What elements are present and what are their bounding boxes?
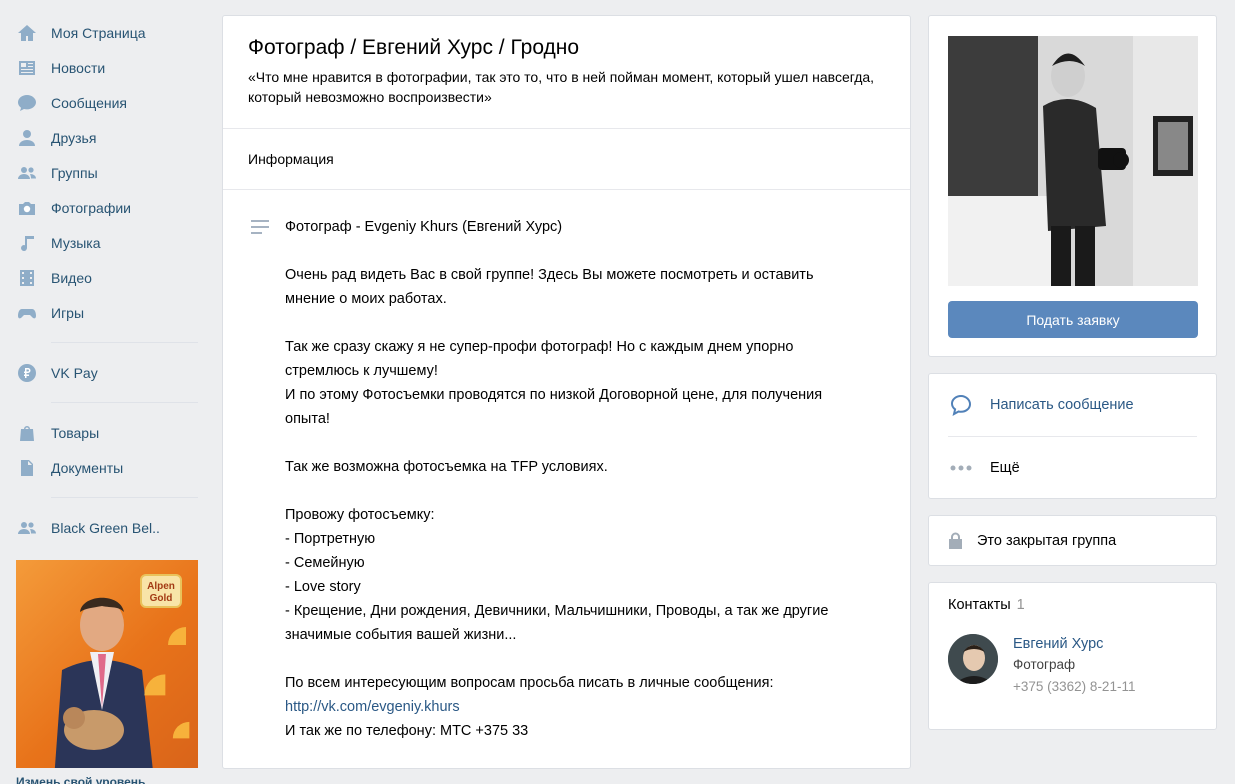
messages-icon — [16, 92, 38, 114]
group-photo-card: Подать заявку — [928, 15, 1217, 357]
description-icon — [251, 220, 269, 234]
music-icon — [16, 232, 38, 254]
contact-name[interactable]: Евгений Хурс — [1013, 634, 1135, 654]
ad-banner[interactable]: Alpen Gold — [16, 560, 198, 768]
contacts-title: Контакты — [948, 597, 1011, 613]
description-title: Фотограф - Evgeniy Khurs (Евгений Хурс) — [285, 219, 563, 235]
group-avatar[interactable] — [948, 36, 1198, 286]
sidebar-item-label: Друзья — [51, 129, 97, 146]
gamepad-icon — [16, 302, 38, 324]
sidebar-item-label: Видео — [51, 269, 92, 286]
write-message-button[interactable]: Написать сообщение — [948, 374, 1197, 436]
join-request-button[interactable]: Подать заявку — [948, 301, 1198, 338]
bag-icon — [16, 422, 38, 444]
description-line: Провожу фотосъемку: — [285, 507, 435, 523]
closed-group-label: Это закрытая группа — [977, 532, 1117, 549]
sidebar-item-my-page[interactable]: Моя Страница — [16, 15, 198, 50]
write-message-label: Написать сообщение — [990, 397, 1134, 413]
sidebar-item-label: Фотографии — [51, 199, 132, 216]
vkpay-icon — [16, 362, 38, 384]
sidebar-item-friends[interactable]: Друзья — [16, 120, 198, 155]
group-description: Фотограф - Evgeniy Khurs (Евгений Хурс) … — [223, 190, 910, 743]
sidebar-item-label: Музыка — [51, 234, 101, 251]
document-icon — [16, 457, 38, 479]
contact-role: Фотограф — [1013, 657, 1076, 672]
more-button[interactable]: Ещё — [948, 436, 1197, 498]
sidebar-item-documents[interactable]: Документы — [16, 450, 198, 485]
description-paragraph: Так же возможна фотосъемка на TFP услови… — [285, 459, 608, 475]
sidebar-item-label: Black Green Bel.. — [51, 519, 160, 536]
more-label: Ещё — [990, 459, 1020, 476]
closed-group-card: Это закрытая группа — [928, 515, 1217, 566]
description-line: По всем интересующим вопросам просьба пи… — [285, 675, 774, 691]
contacts-header[interactable]: Контакты 1 — [948, 597, 1197, 613]
description-paragraph: Провожу фотосъемку: - Портретную - Семей… — [285, 503, 860, 647]
camera-icon — [16, 197, 38, 219]
friends-icon — [16, 127, 38, 149]
description-paragraph: Так же сразу скажу я не супер-профи фото… — [285, 335, 860, 431]
group-main-card: Фотограф / Евгений Хурс / Гродно «Что мн… — [222, 15, 911, 769]
contact-phone: +375 (3362) 8-21-11 — [1013, 679, 1136, 694]
groups-icon — [16, 162, 38, 184]
description-paragraph: По всем интересующим вопросам просьба пи… — [285, 671, 860, 743]
sidebar-item-label: Сообщения — [51, 94, 127, 111]
sidebar-item-news[interactable]: Новости — [16, 50, 198, 85]
actions-card: Написать сообщение Ещё — [928, 373, 1217, 499]
home-icon — [16, 22, 38, 44]
sidebar-item-label: Группы — [51, 164, 98, 181]
sidebar-divider — [51, 402, 198, 403]
sidebar-item-label: Игры — [51, 304, 85, 321]
page-title: Фотограф / Евгений Хурс / Гродно — [248, 36, 580, 59]
contacts-card: Контакты 1 Евгений Хурс Фотограф +375 (33… — [928, 582, 1217, 730]
news-icon — [16, 57, 38, 79]
video-icon — [16, 267, 38, 289]
description-line: - Портретную — [285, 531, 376, 547]
group-status: «Что мне нравится в фотографии, так это … — [248, 69, 875, 105]
description-line: - Семейную — [285, 555, 365, 571]
profile-link[interactable]: http://vk.com/evgeniy.khurs — [285, 699, 460, 715]
contact-info: Евгений Хурс Фотограф +375 (3362) 8-21-1… — [1013, 634, 1135, 698]
sidebar-item-label: VK Pay — [51, 364, 98, 381]
sidebar-item-groups[interactable]: Группы — [16, 155, 198, 190]
group-header: Фотограф / Евгений Хурс / Гродно «Что мн… — [223, 16, 910, 129]
contacts-count: 1 — [1016, 597, 1025, 613]
ad-caption[interactable]: Измень свой уровень — [16, 775, 145, 784]
sidebar-item-messages[interactable]: Сообщения — [16, 85, 198, 120]
sidebar-item-black-green[interactable]: Black Green Bel.. — [16, 510, 198, 545]
lock-icon — [948, 532, 963, 549]
contact-avatar[interactable] — [948, 634, 998, 684]
orange-slice-icon — [144, 674, 166, 696]
sidebar-item-goods[interactable]: Товары — [16, 415, 198, 450]
ad-brand-logo: Alpen Gold — [140, 574, 182, 608]
description-line: Так же сразу скажу я не супер-профи фото… — [285, 339, 794, 379]
orange-slice-icon — [168, 627, 186, 645]
sidebar-item-label: Моя Страница — [51, 24, 146, 41]
sidebar-item-vkpay[interactable]: VK Pay — [16, 355, 198, 390]
sidebar-divider — [51, 342, 198, 343]
sidebar-item-photos[interactable]: Фотографии — [16, 190, 198, 225]
description-line: - Love story — [285, 579, 361, 595]
right-column: Подать заявку Написать сообщение Ещё Это… — [928, 15, 1217, 730]
description-line: - Крещение, Дни рождения, Девичники, Мал… — [285, 603, 829, 643]
sidebar-item-games[interactable]: Игры — [16, 295, 198, 330]
sidebar-item-music[interactable]: Музыка — [16, 225, 198, 260]
contact-item[interactable]: Евгений Хурс Фотограф +375 (3362) 8-21-1… — [948, 634, 1197, 698]
orange-slice-icon — [172, 721, 190, 739]
avatar-photo-image — [948, 36, 1198, 286]
more-dots-icon — [948, 455, 974, 481]
sidebar-item-label: Документы — [51, 459, 124, 476]
chat-bubble-icon — [948, 392, 974, 418]
tab-information[interactable]: Информация — [223, 129, 910, 190]
sidebar-item-video[interactable]: Видео — [16, 260, 198, 295]
description-paragraph: Очень рад видеть Вас в свой группе! Здес… — [285, 267, 814, 307]
sidebar-item-label: Новости — [51, 59, 106, 76]
sidebar-divider — [51, 497, 198, 498]
description-line: И по этому Фотосъемки проводятся по низк… — [285, 387, 823, 427]
sidebar-item-label: Товары — [51, 424, 100, 441]
description-line: И так же по телефону: МТС +375 33 — [285, 723, 529, 739]
left-sidebar: Моя Страница Новости Сообщения Друзья Гр… — [16, 15, 198, 545]
groups-icon — [16, 517, 38, 539]
